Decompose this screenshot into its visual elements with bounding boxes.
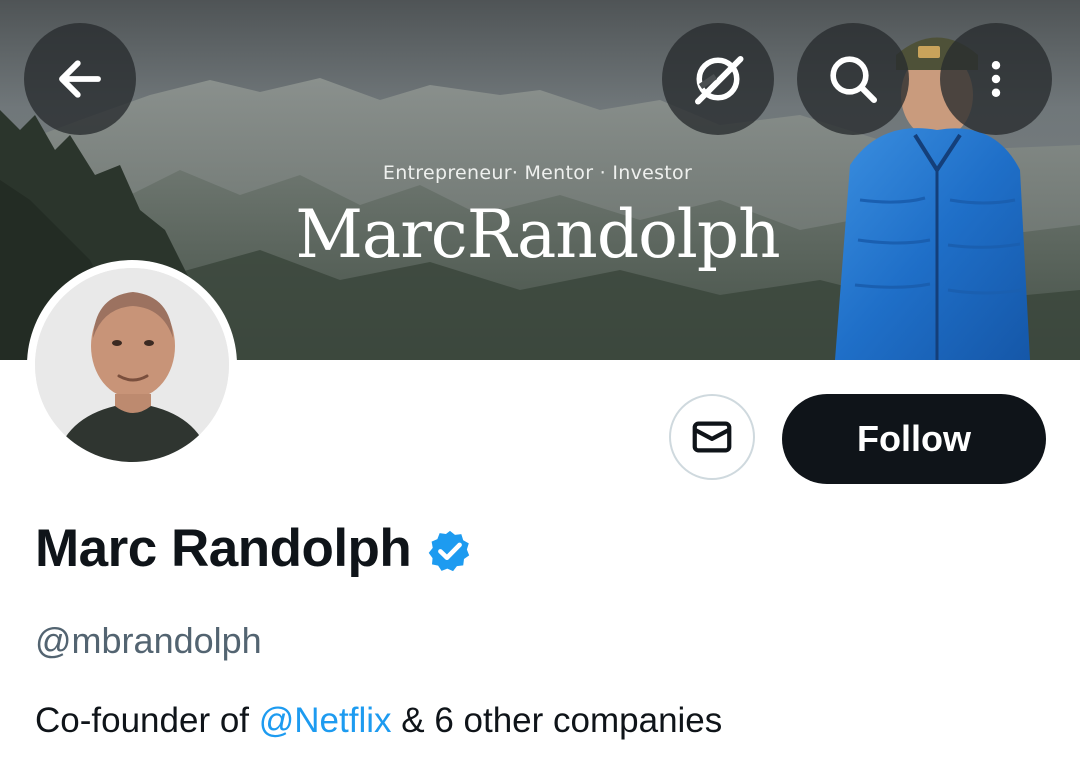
handle: @mbrandolph [35,620,262,661]
bio-mention-link[interactable]: @Netflix [259,701,392,740]
banner-tagline: Entrepreneur· Mentor · Investor [382,162,693,184]
more-vertical-icon [991,61,1001,97]
display-name-row: Marc Randolph [35,518,473,579]
display-name: Marc Randolph [35,519,412,578]
follow-button[interactable]: Follow [782,394,1046,484]
grok-icon [695,56,744,105]
avatar-image [35,268,229,462]
grok-button[interactable] [662,23,774,135]
bio-suffix: & 6 other companies [391,701,723,740]
search-button[interactable] [797,23,909,135]
arrow-left-icon [59,60,101,98]
search-icon [830,56,878,104]
avatar-photo [35,268,229,462]
bio: Co-founder of @Netflix & 6 other compani… [35,701,722,741]
back-button[interactable] [24,23,136,135]
mail-icon [692,421,732,453]
avatar[interactable] [27,260,237,470]
message-button[interactable] [669,394,755,480]
more-options-button[interactable] [940,23,1052,135]
profile-screen: Entrepreneur· Mentor · Investor MarcRand… [0,0,1080,774]
bio-prefix: Co-founder of [35,701,259,740]
verified-badge-icon[interactable] [427,528,473,574]
banner-name: MarcRandolph [295,196,780,273]
